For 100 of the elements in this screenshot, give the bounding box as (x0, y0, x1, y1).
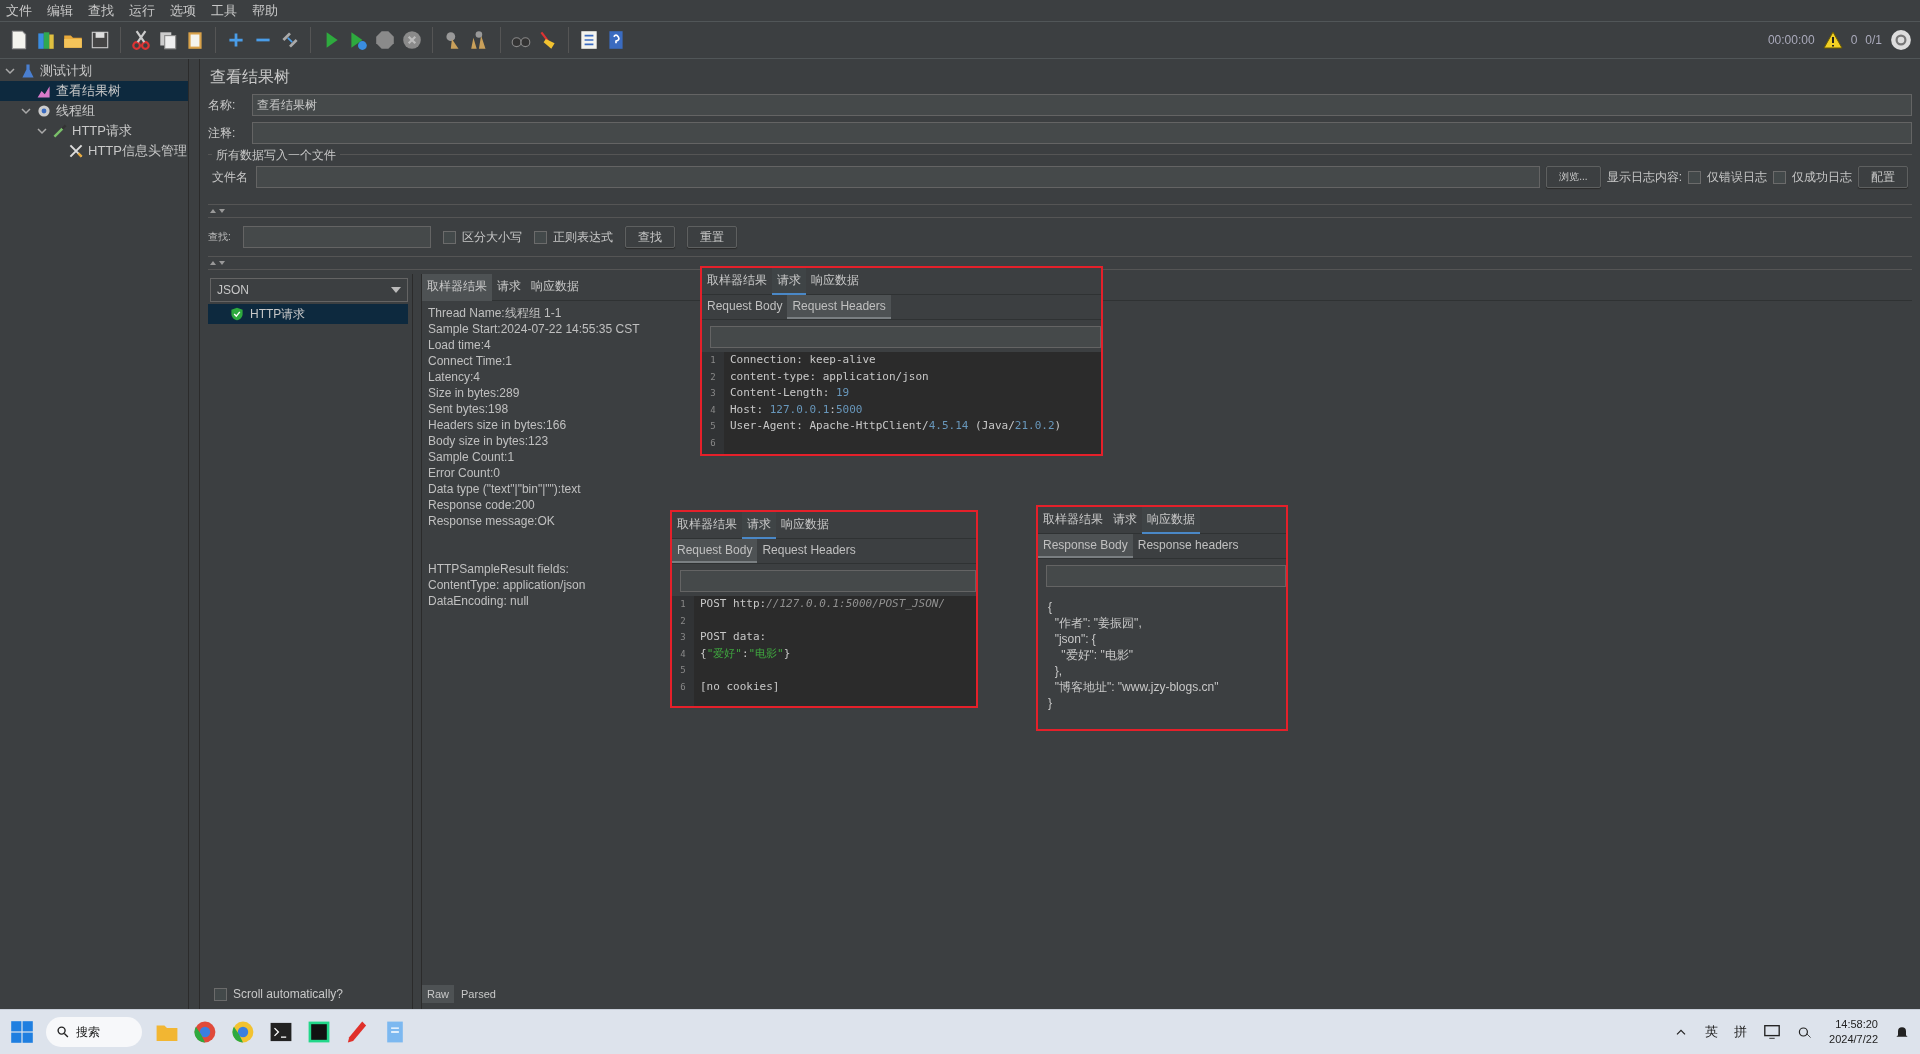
tree-item[interactable]: 线程组 (0, 101, 188, 121)
tab[interactable]: 响应数据 (1142, 507, 1200, 534)
tab[interactable]: 请求 (1108, 507, 1142, 534)
list-icon[interactable] (578, 29, 600, 51)
books-icon[interactable] (35, 29, 57, 51)
monitor-icon[interactable] (1763, 1023, 1782, 1041)
warning-icon[interactable] (1822, 30, 1843, 50)
json-line: "爱好": "电影" (1060, 648, 1134, 662)
chevron-icon[interactable] (20, 105, 32, 117)
menu-item[interactable]: 帮助 (246, 1, 287, 20)
search-icon[interactable] (56, 1025, 70, 1039)
save-icon[interactable] (89, 29, 111, 51)
result-line: Connect Time:1 (428, 354, 513, 368)
result-line: Thread Name:线程组 1-1 (428, 306, 562, 320)
input-method-indicator[interactable]: 拼 (1734, 1023, 1748, 1041)
bell-icon[interactable] (1894, 1024, 1910, 1040)
chevron-icon[interactable] (36, 125, 48, 137)
tab[interactable]: Request Headers (787, 295, 891, 319)
tools-icon[interactable] (68, 143, 84, 159)
checkbox-label: 区分大小写 (461, 228, 522, 246)
code-line: POST http://127.0.0.1:5000/POST_JSON/ (700, 597, 946, 610)
tab[interactable]: 请求 (492, 273, 526, 301)
shutdown-icon[interactable] (401, 29, 423, 51)
tab[interactable]: Raw (422, 985, 454, 1003)
line-number: 1 (709, 354, 717, 367)
checkbox[interactable] (533, 230, 547, 244)
tree-item[interactable]: HTTP请求 (0, 121, 188, 141)
collapse-arrows-icon[interactable] (208, 207, 228, 215)
search-field[interactable] (1046, 565, 1286, 587)
name-field[interactable]: 查看结果树 (252, 94, 1912, 116)
windows-logo-icon[interactable] (10, 1020, 34, 1044)
tab[interactable]: 请求 (742, 512, 776, 539)
tab[interactable]: 请求 (772, 268, 806, 295)
field-label: 文件名 (212, 168, 249, 186)
tab[interactable]: Request Body (702, 295, 788, 319)
tab[interactable]: 响应数据 (526, 273, 584, 301)
tab[interactable]: 响应数据 (806, 268, 864, 295)
result-line: DataEncoding: null (428, 594, 529, 608)
browser-icon[interactable] (192, 1019, 218, 1045)
checkbox[interactable] (442, 230, 456, 244)
tree-item[interactable]: 查看结果树 (0, 81, 188, 101)
search-field[interactable] (680, 570, 976, 592)
tree-item[interactable]: HTTP信息头管理 (0, 141, 188, 161)
collapse-arrows-icon[interactable] (208, 259, 228, 267)
json-line: "作者": "姜振园", (1053, 616, 1142, 630)
shield-check-icon[interactable] (230, 307, 244, 321)
checkbox[interactable] (1688, 170, 1701, 184)
line-number: 6 (709, 436, 717, 450)
line-number: 2 (679, 614, 687, 628)
checkbox-label: 仅成功日志 (1792, 168, 1852, 186)
result-item[interactable]: HTTP请求 (208, 304, 408, 324)
search-field[interactable] (710, 326, 1101, 348)
reset-button[interactable]: 重置 (686, 226, 737, 248)
browser-icon[interactable] (230, 1019, 256, 1045)
menu-item[interactable]: 工具 (205, 1, 246, 20)
input-method-indicator[interactable]: 英 (1705, 1023, 1719, 1041)
tab[interactable]: 取样器结果 (1038, 507, 1108, 534)
config-button[interactable]: 配置 (1858, 166, 1908, 188)
filename-field[interactable] (256, 166, 1541, 188)
chevron-icon[interactable] (4, 65, 16, 77)
flask-icon[interactable] (20, 63, 36, 79)
tab[interactable]: Response headers (1132, 534, 1244, 558)
tab[interactable]: Response Body (1038, 534, 1133, 558)
code-line: {"爱好":"电影"} (700, 646, 791, 660)
pipette-icon[interactable] (52, 123, 68, 139)
copy-icon[interactable] (157, 29, 179, 51)
result-line: Latency:4 (428, 370, 481, 384)
tab[interactable]: 取样器结果 (702, 268, 772, 295)
tab[interactable]: Request Headers (757, 539, 861, 563)
tab[interactable]: 响应数据 (776, 512, 834, 539)
browse-button[interactable]: 浏览... (1546, 166, 1601, 188)
result-line: Data type ("text"|"bin"|""):text (428, 482, 581, 496)
scissors-icon[interactable] (130, 29, 152, 51)
menu-item[interactable]: 查找 (82, 1, 123, 20)
checkbox[interactable] (214, 987, 227, 1001)
panel-title: 查看结果树 (209, 67, 291, 87)
taskbar-search[interactable]: 搜索 (46, 1017, 142, 1047)
tab[interactable]: 取样器结果 (672, 512, 742, 539)
find-button[interactable]: 查找 (624, 226, 675, 248)
comment-field[interactable] (252, 122, 1912, 144)
menu-item[interactable]: 文件 (0, 1, 41, 20)
checkbox[interactable] (1773, 170, 1786, 184)
group-title: 所有数据写入一个文件 (212, 147, 340, 164)
menu-item[interactable]: 编辑 (41, 1, 82, 20)
tree-item[interactable]: 测试计划 (0, 61, 188, 81)
tab[interactable]: Request Body (672, 539, 758, 563)
menu-item[interactable]: 选项 (164, 1, 205, 20)
line-number: 5 (709, 420, 717, 433)
remote-icon[interactable] (1890, 29, 1912, 51)
stop-icon[interactable] (374, 29, 396, 51)
tab[interactable]: 取样器结果 (422, 273, 492, 301)
checkbox-label: 仅错误日志 (1707, 168, 1767, 186)
search-field[interactable] (242, 226, 431, 248)
chart-icon[interactable] (36, 83, 52, 99)
menu-item[interactable]: 运行 (123, 1, 164, 20)
renderer-dropdown[interactable]: JSON (210, 278, 408, 302)
code-line: User-Agent: Apache-HttpClient/4.5.14 (Java/21.0.2) (730, 419, 1062, 432)
result-line: Size in bytes:289 (428, 386, 520, 400)
ide-icon[interactable] (306, 1019, 332, 1045)
tab[interactable]: Parsed (456, 985, 501, 1003)
